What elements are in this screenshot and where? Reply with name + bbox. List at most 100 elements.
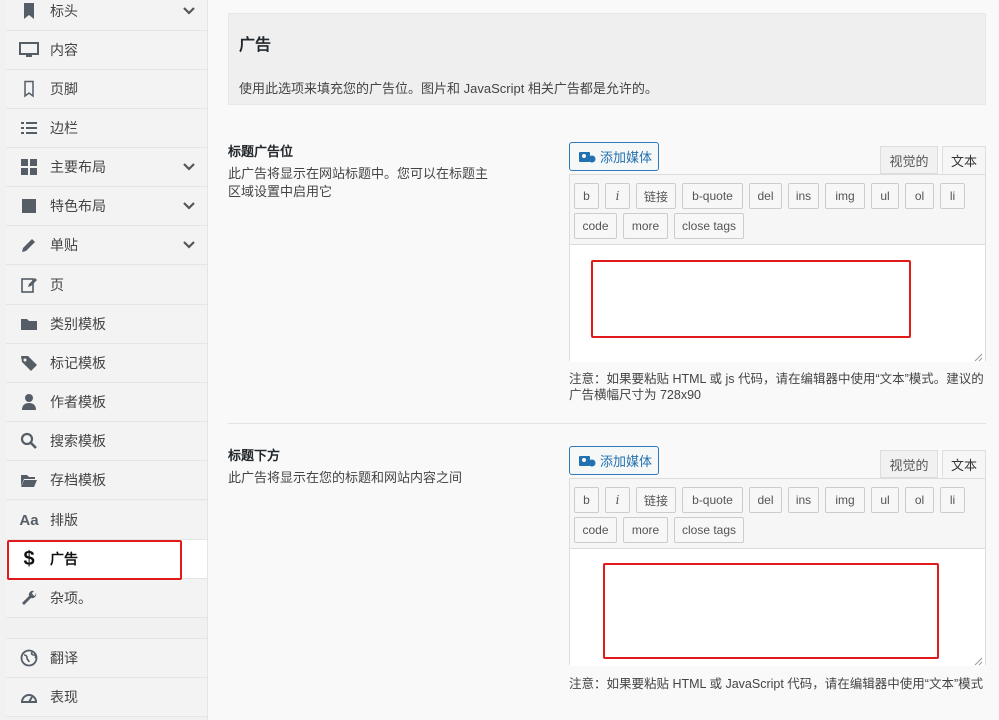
quicktag-b-button[interactable]: b — [574, 183, 599, 209]
add-media-button[interactable]: 添加媒体 — [569, 142, 659, 171]
section-title: 标题广告位 — [228, 144, 294, 159]
quicktag-more-button[interactable]: more — [623, 517, 668, 543]
chevron-down-icon[interactable] — [181, 237, 197, 253]
sidebar-item-13[interactable]: Aa 排版 — [6, 501, 207, 540]
sidebar-item-2[interactable]: 页脚 — [6, 70, 207, 109]
quicktag-b-quote-button[interactable]: b-quote — [682, 487, 743, 513]
sidebar-item-label: 类别模板 — [50, 316, 106, 332]
sidebar-item-15[interactable]: 杂项。 — [6, 579, 207, 618]
quicktag-ul-button[interactable]: ul — [871, 487, 899, 513]
sidebar-item-3[interactable]: 边栏 — [6, 109, 207, 148]
sidebar-item-label: 主要布局 — [50, 159, 106, 175]
sidebar-item-label: 作者模板 — [50, 394, 106, 410]
wrench-icon — [18, 587, 40, 609]
folder-open-icon — [18, 469, 40, 491]
pencil-icon — [18, 234, 40, 256]
quicktag-del-button[interactable]: del — [749, 487, 782, 513]
quicktag-li-button[interactable]: li — [940, 183, 965, 209]
sidebar-item-1[interactable]: 内容 — [6, 31, 207, 70]
chevron-down-icon[interactable] — [181, 159, 197, 175]
quicktag-img-button[interactable]: img — [825, 487, 865, 513]
sidebar-item-label: 特色布局 — [50, 198, 106, 214]
media-icon — [578, 453, 596, 469]
quicktag-ol-button[interactable]: ol — [905, 183, 934, 209]
section-divider — [228, 423, 986, 424]
sidebar-item-10[interactable]: 作者模板 — [6, 383, 207, 422]
sidebar-item-8[interactable]: 类别模板 — [6, 305, 207, 344]
resize-handle[interactable] — [973, 654, 983, 666]
quicktag-ins-button[interactable]: ins — [788, 487, 819, 513]
grid-icon — [18, 156, 40, 178]
sidebar-item-17[interactable]: 表现 — [6, 678, 207, 717]
annotation-box — [603, 563, 939, 659]
page-header: 广告 使用此选项来填充您的广告位。图片和 JavaScript 相关广告都是允许… — [228, 13, 986, 105]
sidebar-item-label: 页脚 — [50, 81, 78, 97]
sidebar: 标头 内容 页脚 边栏 主要布局 特色布局 单贴页类别模板 标记模板 作者模板 搜索模板 存档模板 A… — [0, 0, 208, 720]
quicktag-b-quote-button[interactable]: b-quote — [682, 183, 743, 209]
resize-handle[interactable] — [973, 350, 983, 362]
quicktag-close-tags-button[interactable]: close tags — [674, 213, 744, 239]
sidebar-item-7[interactable]: 页 — [6, 266, 207, 305]
quicktag-ins-button[interactable]: ins — [788, 183, 819, 209]
code-editor: b i 链接 b-quote del ins img ul ol li code more close … — [569, 478, 986, 666]
folder-icon — [18, 313, 40, 335]
list-icon — [18, 117, 40, 139]
edit-page-icon — [18, 274, 40, 296]
quicktag-i-button[interactable]: i — [605, 183, 630, 209]
square-icon — [18, 195, 40, 217]
add-media-label: 添加媒体 — [600, 454, 653, 469]
sidebar-item-label: 标头 — [50, 3, 78, 19]
annotation-box — [591, 260, 911, 338]
quicktag-del-button[interactable]: del — [749, 183, 782, 209]
sidebar-item-label: 页 — [50, 277, 64, 293]
quicktag-li-button[interactable]: li — [940, 487, 965, 513]
dashboard-icon — [18, 686, 40, 708]
globe-icon — [18, 647, 40, 669]
tab-text[interactable]: 文本 — [942, 146, 986, 174]
section-description: 此广告将显示在您的标题和网站内容之间 — [228, 470, 463, 485]
bookmark-icon — [18, 0, 40, 22]
quicktag-close-tags-button[interactable]: close tags — [674, 517, 744, 543]
sidebar-item-0[interactable]: 标头 — [6, 0, 207, 31]
tab-visual[interactable]: 视觉的 — [880, 146, 938, 174]
sidebar-item-label: 单贴 — [50, 237, 78, 253]
search-icon — [18, 430, 40, 452]
quicktag-more-button[interactable]: more — [623, 213, 668, 239]
sidebar-item-label: 搜索模板 — [50, 433, 106, 449]
sidebar-item-5[interactable]: 特色布局 — [6, 187, 207, 226]
quicktag-ul-button[interactable]: ul — [871, 183, 899, 209]
tag-icon — [18, 352, 40, 374]
quicktag-code-button[interactable]: code — [574, 517, 617, 543]
quicktag-b-button[interactable]: b — [574, 487, 599, 513]
sidebar-item-12[interactable]: 存档模板 — [6, 461, 207, 500]
tab-text[interactable]: 文本 — [942, 450, 986, 478]
sidebar-separator — [6, 620, 207, 639]
quicktag-img-button[interactable]: img — [825, 183, 865, 209]
ad-code-textarea[interactable] — [570, 548, 985, 666]
quicktag-code-button[interactable]: code — [574, 213, 617, 239]
media-icon — [578, 149, 596, 165]
sidebar-item-4[interactable]: 主要布局 — [6, 148, 207, 187]
chevron-down-icon[interactable] — [181, 198, 197, 214]
sidebar-item-11[interactable]: 搜索模板 — [6, 422, 207, 461]
add-media-label: 添加媒体 — [600, 150, 653, 165]
sidebar-item-label: 杂项。 — [50, 590, 92, 606]
quicktag-i-button[interactable]: i — [605, 487, 630, 513]
sidebar-item-label: 边栏 — [50, 120, 78, 136]
quicktag-链接-button[interactable]: 链接 — [636, 183, 676, 209]
ad-code-textarea[interactable] — [570, 244, 985, 362]
sidebar-item-6[interactable]: 单贴 — [6, 226, 207, 265]
tab-visual[interactable]: 视觉的 — [880, 450, 938, 478]
sidebar-item-9[interactable]: 标记模板 — [6, 344, 207, 383]
monitor-icon — [18, 39, 40, 61]
add-media-button[interactable]: 添加媒体 — [569, 446, 659, 475]
sidebar-item-16[interactable]: 翻译 — [6, 639, 207, 678]
page-description: 使用此选项来填充您的广告位。图片和 JavaScript 相关广告都是允许的。 — [239, 81, 658, 96]
code-editor: b i 链接 b-quote del ins img ul ol li code more close … — [569, 174, 986, 362]
chevron-down-icon[interactable] — [181, 3, 197, 19]
quicktag-ol-button[interactable]: ol — [905, 487, 934, 513]
typography-icon: Aa — [19, 511, 39, 529]
editor-note: 注意：如果要粘贴 HTML 或 js 代码，请在编辑器中使用“文本”模式。建议的… — [569, 372, 984, 402]
quicktag-链接-button[interactable]: 链接 — [636, 487, 676, 513]
user-icon — [18, 391, 40, 413]
